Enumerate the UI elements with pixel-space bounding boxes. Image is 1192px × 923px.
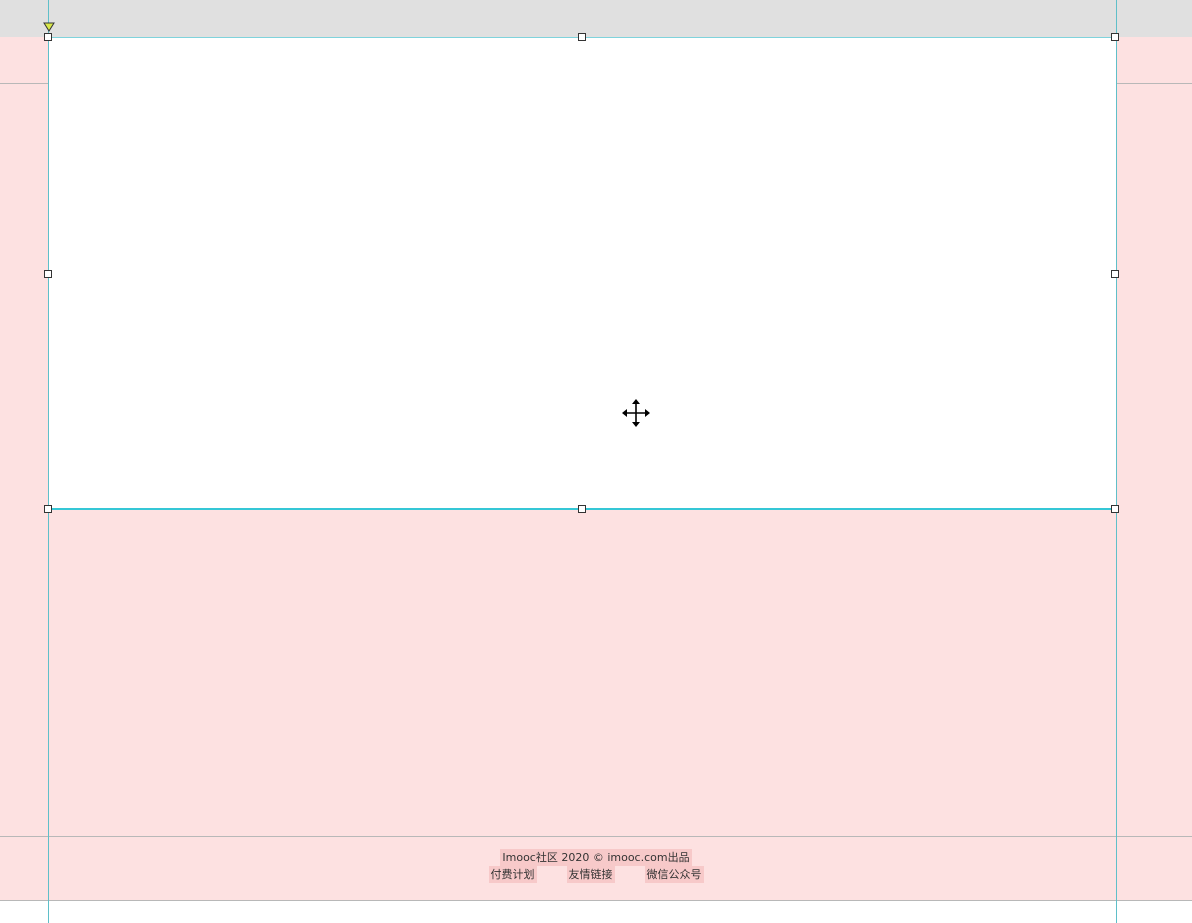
footer-links: 付费计划 友情链接 微信公众号: [0, 866, 1192, 883]
header-divider-left: [0, 83, 48, 84]
handle-top-right[interactable]: [1111, 33, 1119, 41]
selected-box-element[interactable]: [48, 37, 1116, 510]
footer-divider-top: [0, 836, 1192, 837]
handle-top-left[interactable]: [44, 33, 52, 41]
footer-link-wechat[interactable]: 微信公众号: [644, 866, 704, 883]
handle-bottom-right[interactable]: [1111, 505, 1119, 513]
origin-marker-icon: [43, 22, 55, 32]
top-band: [0, 0, 1192, 37]
header-divider-right: [1116, 83, 1192, 84]
left-guide-line[interactable]: [48, 0, 49, 923]
footer-link-friend-links[interactable]: 友情链接: [566, 866, 615, 883]
handle-bottom-middle[interactable]: [578, 505, 586, 513]
handle-top-middle[interactable]: [578, 33, 586, 41]
handle-middle-right[interactable]: [1111, 270, 1119, 278]
footer-link-paid-plan[interactable]: 付费计划: [488, 866, 537, 883]
move-cursor-icon: [622, 399, 650, 427]
footer-copyright: Imooc社区 2020 © imooc.com出品: [500, 849, 692, 866]
handle-bottom-left[interactable]: [44, 505, 52, 513]
handle-middle-left[interactable]: [44, 270, 52, 278]
footer: Imooc社区 2020 © imooc.com出品 付费计划 友情链接 微信公…: [0, 849, 1192, 883]
right-guide-line[interactable]: [1116, 0, 1117, 923]
page-bottom: [0, 901, 1192, 923]
